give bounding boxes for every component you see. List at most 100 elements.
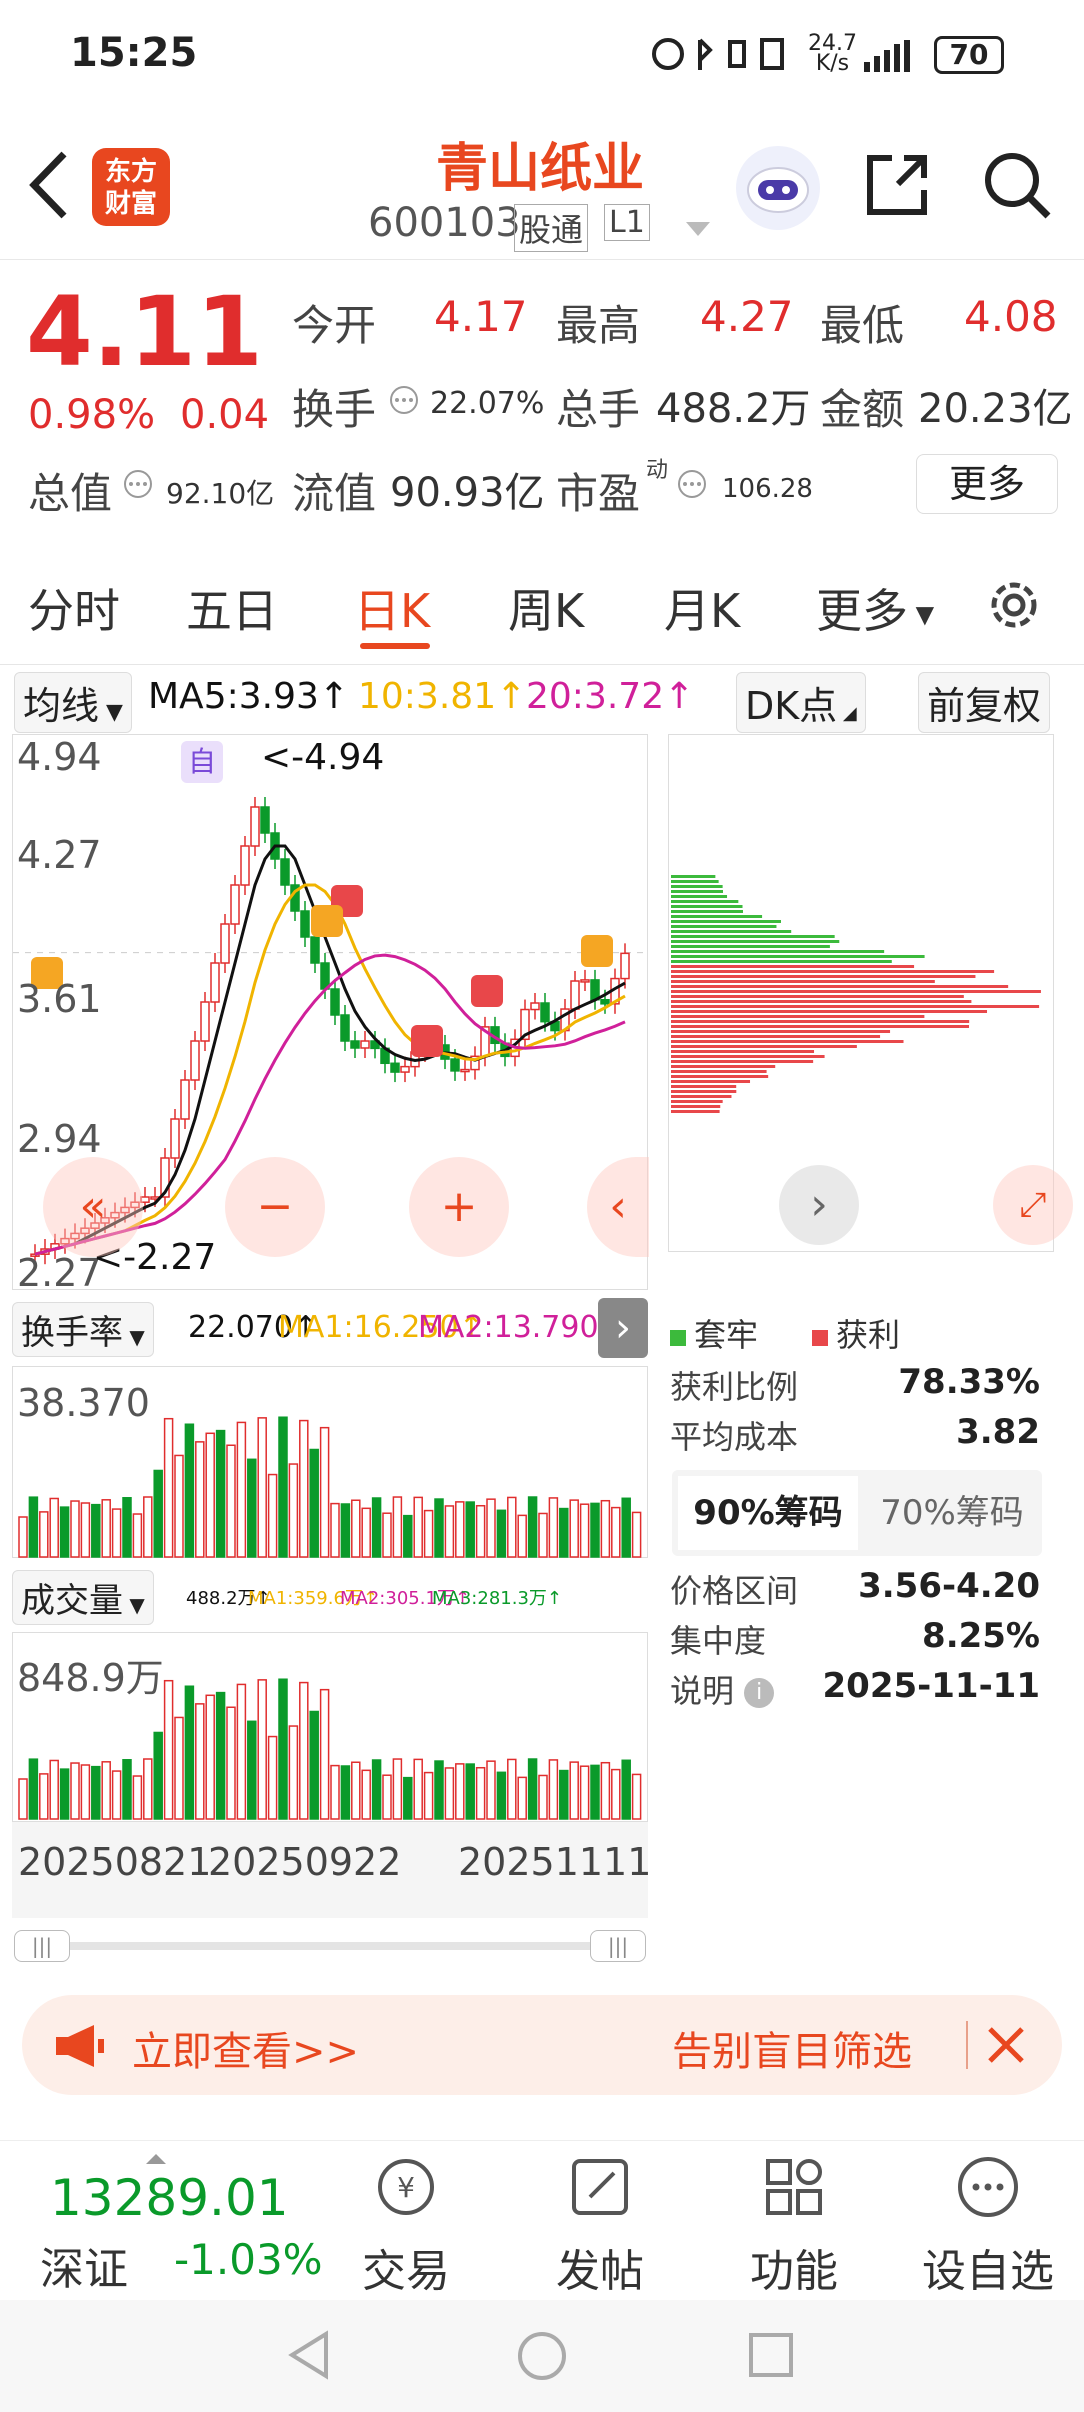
tab-daily-k[interactable]: 日K (354, 575, 430, 641)
kline-chart[interactable]: 4.94 4.27 3.61 2.94 2.27 <-4.94 <-2.27 自… (12, 734, 649, 1295)
info-icon[interactable] (388, 384, 420, 420)
back-icon[interactable] (24, 150, 74, 220)
tab-monthly-k[interactable]: 月K (664, 575, 740, 641)
trade-button[interactable]: ¥ 交易 (336, 2151, 476, 2299)
tab-five-day[interactable]: 五日 (186, 575, 278, 641)
volume-bar (569, 1761, 579, 1820)
volume-bar (267, 1735, 278, 1820)
note-date: 2025-11-11 (822, 1666, 1040, 1706)
volume-bar (309, 1710, 319, 1820)
share-icon[interactable] (862, 150, 932, 224)
volume-bar (621, 1497, 631, 1558)
avg-cost-label: 平均成本 (670, 1418, 799, 1456)
nav-recent-icon[interactable] (746, 2330, 796, 2384)
chip-bar (671, 930, 792, 933)
range-scrollbar[interactable]: ||| ||| (14, 1928, 646, 1964)
y-tick: 4.27 (17, 833, 102, 877)
index-value[interactable]: 13289.01 (50, 2169, 289, 2227)
nav-home-icon[interactable] (516, 2330, 568, 2386)
scroll-right-button[interactable]: › (779, 1165, 859, 1245)
promo-right-text[interactable]: 告别盲目筛选 (672, 2019, 912, 2077)
volume-bar (28, 1758, 39, 1820)
volume-bar (39, 1773, 49, 1820)
dk-point-button[interactable]: DK点 ◢ (736, 672, 866, 733)
ma5-value: MA5:3.93↑ (148, 676, 350, 717)
chip-bar (671, 990, 1041, 993)
promo-left-text[interactable]: 立即查看>> (132, 2019, 359, 2077)
zoom-in-button[interactable]: + (409, 1157, 509, 1257)
volume-bar (444, 1505, 455, 1558)
info-icon[interactable] (676, 468, 708, 504)
nav-back-icon[interactable] (284, 2330, 334, 2384)
candle-body (220, 923, 230, 964)
chip-bar (671, 885, 723, 888)
date-axis: 20250821 20250922 20251111 (12, 1822, 651, 1918)
volume-bar (278, 1678, 288, 1820)
last-price: 4.11 (26, 276, 263, 388)
dropdown-icon[interactable] (684, 220, 712, 244)
tab-90-chips[interactable]: 90%筹码 (678, 1476, 858, 1550)
y-tick: 2.27 (17, 1251, 102, 1295)
volume-bar (330, 1764, 340, 1820)
promo-banner[interactable]: 立即查看>> 告别盲目筛选 (22, 1995, 1062, 2095)
volume-chart: 848.9万 (12, 1632, 648, 1822)
note-label: 说明 i (670, 1666, 775, 1712)
volume-bar (226, 1444, 236, 1558)
left-double-arrow-button[interactable]: « (43, 1157, 143, 1257)
signal-badge (311, 905, 343, 937)
index-change[interactable]: -1.03% (174, 2235, 323, 2284)
volume-bar (382, 1774, 392, 1820)
range-handle-right[interactable]: ||| (590, 1930, 646, 1962)
volume-bar (351, 1499, 361, 1558)
range-handle-left[interactable]: ||| (14, 1930, 70, 1962)
amount-label: 金额 (820, 385, 905, 434)
close-icon[interactable] (984, 2023, 1028, 2071)
gear-icon[interactable] (984, 575, 1044, 639)
volume-bar (444, 1767, 455, 1820)
battery-icon: 70 (934, 36, 1004, 74)
concentration-value: 8.25% (922, 1616, 1040, 1656)
volume-select[interactable]: 成交量 ▼ (12, 1570, 154, 1625)
volume-bar (132, 1775, 143, 1820)
adjust-button[interactable]: 前复权 (918, 672, 1051, 733)
chip-bar (671, 1035, 881, 1038)
candle-body (600, 999, 610, 1005)
info-icon[interactable] (122, 468, 154, 504)
profit-ratio-label: 获利比例 (670, 1368, 799, 1406)
info-icon[interactable]: i (744, 1678, 775, 1708)
post-button[interactable]: 发帖 (530, 2151, 670, 2299)
scroll-track (14, 1942, 646, 1950)
volume-bar (18, 1778, 28, 1820)
candle-body (580, 979, 590, 983)
volume-bar (361, 1507, 371, 1558)
robot-assistant-icon[interactable] (736, 146, 820, 230)
volume-bar (91, 1765, 101, 1820)
volume-bar (569, 1499, 579, 1558)
expand-icon[interactable]: ⤢ (993, 1165, 1073, 1245)
tab-70-chips[interactable]: 70%筹码 (862, 1476, 1042, 1550)
tab-weekly-k[interactable]: 周K (508, 575, 584, 641)
connect-tag: 股通 (514, 204, 589, 252)
ma-control-row: 均线 ▼ MA5:3.93↑ 10:3.81↑ 20:3.72↑ DK点 ◢ 前… (0, 668, 1084, 733)
zoom-out-button[interactable]: − (225, 1157, 325, 1257)
add-watchlist-button[interactable]: 设自选 (918, 2151, 1058, 2299)
volume-bar (143, 1758, 153, 1820)
candle-body (260, 806, 270, 834)
index-name[interactable]: 深证 (40, 2233, 128, 2297)
volume-header: 成交量 ▼ 488.2万↑ MA1:359.6万↑ MA2:305.1万↑ MA… (12, 1566, 648, 1626)
turnover-select[interactable]: 换手率 ▼ (12, 1302, 154, 1357)
more-button[interactable]: 更多 (916, 454, 1058, 514)
volume-bar (70, 1762, 80, 1820)
tab-more[interactable]: 更多 ▼ (816, 575, 934, 641)
volume-bar (101, 1761, 111, 1820)
expand-arrow-icon[interactable]: › (598, 1298, 648, 1358)
search-icon[interactable] (980, 148, 1052, 224)
function-button[interactable]: 功能 (724, 2151, 864, 2299)
volume-bar (631, 1511, 642, 1558)
ma-select[interactable]: 均线 ▼ (14, 672, 132, 733)
tab-intraday[interactable]: 分时 (28, 575, 120, 641)
candle-body (400, 1065, 410, 1073)
volume-bar (559, 1769, 569, 1820)
chip-bar (671, 915, 763, 918)
chip-bar (671, 875, 716, 878)
